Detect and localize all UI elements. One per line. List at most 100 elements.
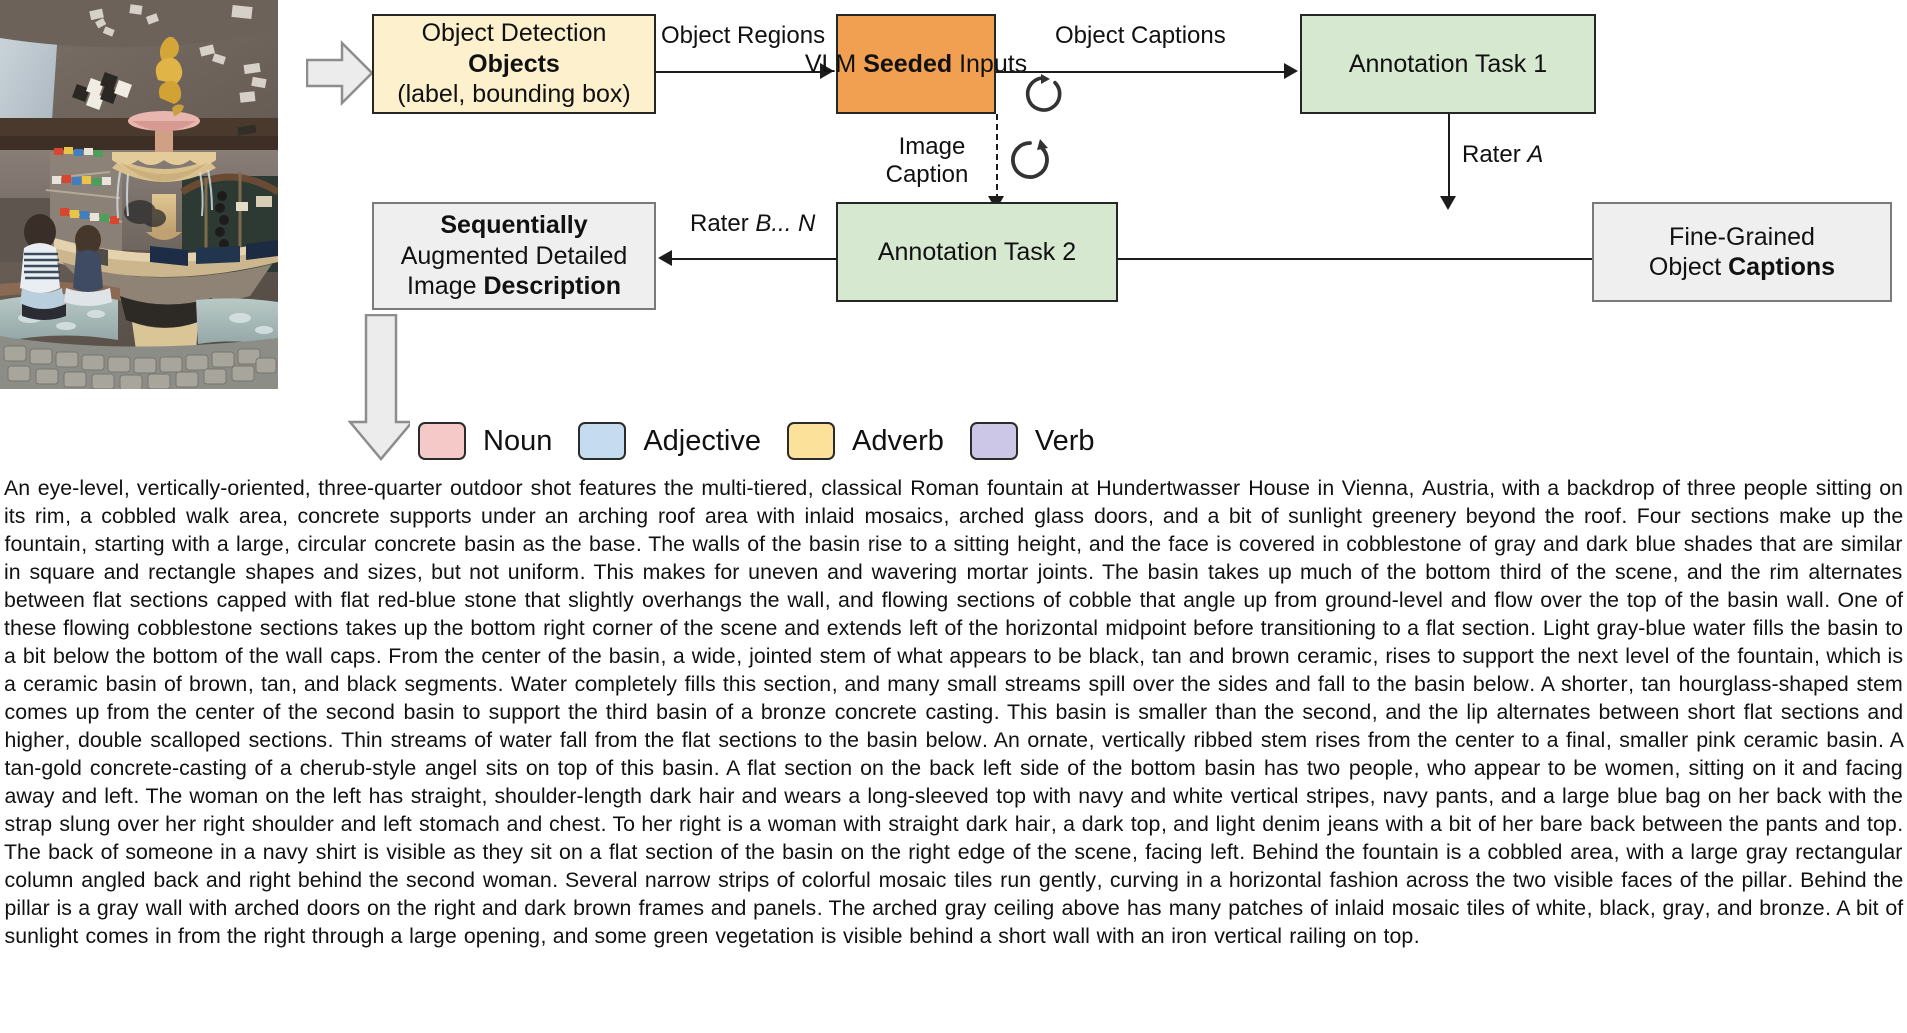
pos-highlight-adjective: vertical xyxy=(1230,784,1299,808)
pos-highlight-adjective: green xyxy=(653,924,709,948)
pos-highlight-noun: stem xyxy=(1260,728,1308,752)
pos-highlight-noun: Four xyxy=(1636,504,1681,528)
pos-highlight-noun: mortar xyxy=(966,560,1029,584)
pos-highlight-adjective: black xyxy=(346,672,397,696)
pos-highlight-noun: sections xyxy=(1780,700,1860,724)
pos-highlight-adjective: right xyxy=(263,924,306,948)
pos-highlight-adjective: next xyxy=(1577,644,1618,668)
pos-highlight-noun: shades xyxy=(1683,532,1753,556)
pos-highlight-noun: stripes xyxy=(1306,784,1370,808)
pos-highlight-noun: strips xyxy=(718,868,770,892)
legend-label-adverb: Adverb xyxy=(852,424,944,457)
edge-label-object-captions: Object Captions xyxy=(1055,22,1226,49)
pos-highlight-noun: base xyxy=(588,532,636,556)
edge-rater-a-arrowhead xyxy=(1440,196,1456,210)
pos-highlight-adjective: square xyxy=(29,560,95,584)
pos-highlight-verb: rises xyxy=(1315,728,1361,752)
pos-highlight-adjective: left xyxy=(1210,840,1239,864)
pos-highlight-noun: caps xyxy=(330,644,376,668)
pos-highlight-noun: mosaic xyxy=(878,868,947,892)
pos-highlight-noun: pants xyxy=(1435,784,1488,808)
pos-highlight-verb: facing xyxy=(1845,756,1903,780)
pos-highlight-noun: center xyxy=(195,700,255,724)
pos-highlight-adjective: small xyxy=(947,672,998,696)
input-block-arrow-icon xyxy=(306,40,374,106)
node-annotation-task-2[interactable]: Annotation Task 2 xyxy=(836,202,1118,302)
pos-highlight-noun: Water xyxy=(510,672,567,696)
node-seq-line3: Image Description xyxy=(407,272,621,301)
pos-highlight-adjective: second xyxy=(1302,700,1372,724)
pos-highlight-adjective: flat xyxy=(681,728,711,752)
pos-highlight-verb: flow xyxy=(1494,588,1533,612)
pos-highlight-noun: cobblestone xyxy=(137,616,253,640)
pos-highlight-noun: pillar xyxy=(4,896,50,920)
pos-highlight-adjective: arching xyxy=(577,504,649,528)
pos-highlight-noun: basin xyxy=(1055,700,1107,724)
pos-highlight-noun: wall xyxy=(1053,924,1090,948)
pos-highlight-noun: roof xyxy=(658,504,695,528)
pos-highlight-noun: walls xyxy=(692,532,740,556)
pos-highlight-noun: basin xyxy=(866,728,918,752)
pos-highlight-noun: fashion xyxy=(1329,868,1399,892)
pos-highlight-noun: back xyxy=(48,840,94,864)
pos-highlight-noun: bit xyxy=(1228,504,1252,528)
pos-highlight-noun: sides xyxy=(1217,672,1268,696)
pos-highlight-noun: top xyxy=(1383,924,1414,948)
pos-highlight-noun: hair xyxy=(1014,812,1051,836)
pos-highlight-adjective: flat xyxy=(92,588,122,612)
pos-highlight-noun: side xyxy=(1020,756,1060,780)
pos-highlight-noun: basin xyxy=(403,700,455,724)
pos-highlight-verb: extends xyxy=(826,616,902,640)
pos-highlight-adjective: bronze xyxy=(760,700,827,724)
pos-highlight-noun: third xyxy=(1499,560,1542,584)
pos-highlight-adjective: right xyxy=(543,616,585,640)
pos-highlight-adjective: left xyxy=(104,784,133,808)
node-object-detection-line3: (label, bounding box) xyxy=(397,80,631,109)
pos-highlight-noun: strap xyxy=(4,812,53,836)
pos-highlight-adjective: right xyxy=(433,896,476,920)
legend-swatch-adverb xyxy=(787,422,835,460)
pos-highlight-adjective: right xyxy=(202,812,245,836)
pos-highlight-adjective: cobbled xyxy=(1487,840,1563,864)
legend-item-adjective: Adjective xyxy=(578,422,761,460)
pos-highlight-noun: patches xyxy=(1228,896,1304,920)
pos-highlight-noun: lip xyxy=(1466,700,1488,724)
node-fine-grained-object-captions[interactable]: Fine-Grained Object Captions xyxy=(1592,202,1892,302)
pos-highlight-noun: shirt xyxy=(315,840,357,864)
pos-highlight-noun: sections xyxy=(248,728,328,752)
pos-highlight-adjective: smaller xyxy=(1619,728,1689,752)
edge-label-rater-bn: Rater B... N xyxy=(690,210,816,237)
pos-highlight-verb: fall xyxy=(1317,672,1346,696)
pos-highlight-adjective: left xyxy=(332,784,362,808)
legend-swatch-adjective xyxy=(578,422,627,460)
pos-highlight-noun: center xyxy=(481,644,541,668)
pos-highlight-adjective: double xyxy=(77,728,143,752)
pos-highlight-noun: section xyxy=(645,840,714,864)
pos-highlight-noun: stem xyxy=(819,644,866,668)
pos-highlight-noun: section xyxy=(763,672,832,696)
pos-highlight-noun: sizes xyxy=(367,560,417,584)
pos-highlight-noun: wall xyxy=(787,588,825,612)
pos-highlight-adjective: wavering xyxy=(871,560,958,584)
pos-highlight-adjective: iron xyxy=(1171,924,1208,948)
node-annotation-task-1[interactable]: Annotation Task 1 xyxy=(1300,14,1596,114)
pos-highlight-verb: sitting xyxy=(953,532,1010,556)
pos-highlight-verb: takes xyxy=(345,616,397,640)
pos-highlight-adjective: gray xyxy=(944,896,987,920)
pos-highlight-noun: basin xyxy=(1204,756,1256,780)
legend-label-verb: Verb xyxy=(1034,424,1095,457)
node-sequentially-augmented-description[interactable]: Sequentially Augmented Detailed Image De… xyxy=(372,202,656,310)
pos-highlight-adjective: brown xyxy=(1231,644,1290,668)
node-object-detection[interactable]: Object Detection Objects (label, boundin… xyxy=(372,14,656,114)
pos-highlight-noun: third xyxy=(605,700,648,724)
pos-highlight-noun: Roman xyxy=(910,476,980,500)
pos-highlight-noun: chest xyxy=(548,812,601,836)
node-vlm-seeded-inputs[interactable]: VLM Seeded Inputs xyxy=(805,14,1027,114)
pos-legend: Noun Adjective Adverb Verb xyxy=(418,418,1121,464)
pos-highlight-noun: sections xyxy=(956,588,1036,612)
pos-highlight-adjective: gray-blue xyxy=(1596,616,1686,640)
pos-highlight-noun: greenery xyxy=(1371,504,1457,528)
pos-highlight-noun: jeans xyxy=(1327,812,1379,836)
legend-label-adjective: Adjective xyxy=(643,424,761,457)
pos-highlight-noun: hourglass-shaped xyxy=(1678,672,1849,696)
